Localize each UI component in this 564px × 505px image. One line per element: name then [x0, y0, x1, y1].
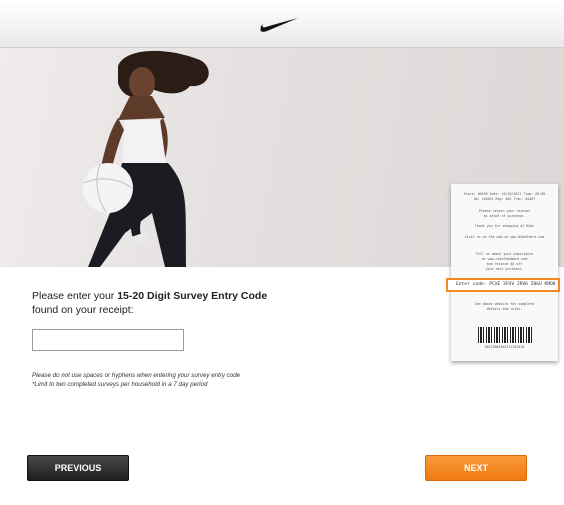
receipt-line: and receive $5 off: [486, 262, 523, 266]
previous-button[interactable]: PREVIOUS: [27, 455, 129, 481]
prompt-text: Please enter your: [32, 290, 118, 302]
receipt-line: See above website for complete: [474, 302, 535, 306]
nike-swoosh-icon: [260, 18, 298, 32]
barcode-image: [478, 327, 532, 343]
receipt-header-2: Op: 105021 Reg: 001 Tran: 04487: [473, 197, 536, 201]
receipt-code-text: Enter code: PCXE 3FUV 2RV6 Z0GU KMO6: [456, 282, 556, 287]
header-bar: [0, 0, 564, 48]
barcode-number: 00123005448712101010: [484, 345, 525, 349]
note-line-2: *Limit to two completed surveys per hous…: [32, 381, 208, 388]
receipt-line: at www.nikefeedback.com: [481, 257, 528, 261]
receipt-header-1: Store: 00109 Date: 10/16/2011 Time: 09:0…: [463, 192, 546, 196]
next-button[interactable]: NEXT: [425, 455, 527, 481]
prompt-bold-text: 15-20 Digit Survey Entry Code: [117, 290, 268, 302]
receipt-code-highlight: Enter code: PCXE 3FUV 2RV6 Z0GU KMO6: [446, 278, 560, 292]
receipt-line: your next purchase.: [485, 267, 524, 271]
prompt-text-2: found on your receipt:: [32, 304, 134, 316]
receipt-line: Tell us about your experience: [475, 252, 534, 256]
receipt-line: Thank you for shopping at Nike: [474, 224, 535, 228]
input-notes: Please do not use spaces or hyphens when…: [32, 371, 240, 389]
receipt-line: as proof of purchase.: [483, 214, 526, 218]
receipt-line: Visit us on the web at www.NikeStore.com: [464, 235, 545, 239]
code-prompt: Please enter your 15-20 Digit Survey Ent…: [32, 289, 267, 317]
receipt-line: details and rules.: [486, 307, 523, 311]
survey-code-input[interactable]: [32, 329, 184, 351]
note-line-1: Please do not use spaces or hyphens when…: [32, 372, 241, 379]
receipt-line: Please retain your receipt: [478, 209, 531, 213]
receipt-image: Store: 00109 Date: 10/16/2011 Time: 09:0…: [451, 184, 558, 361]
